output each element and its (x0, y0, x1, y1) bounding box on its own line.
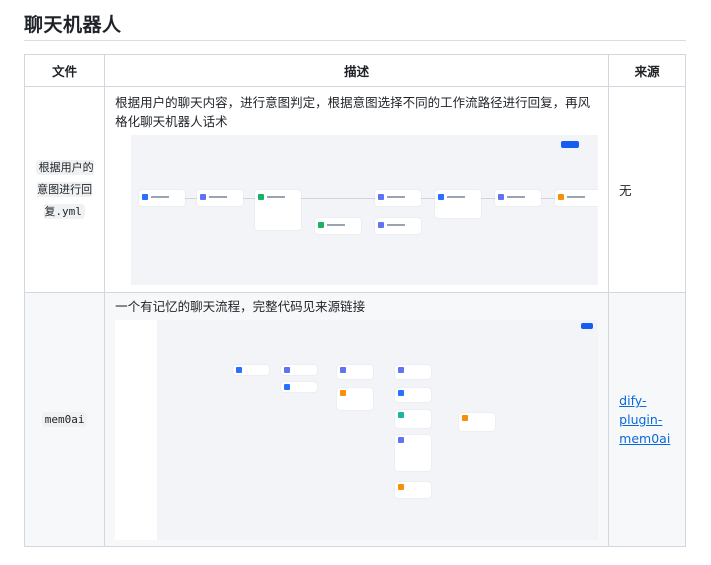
workflow-table: 文件 描述 来源 根据用户的意图进行回复.yml 根据用户的聊天内容，进行意图判… (23, 54, 686, 547)
workflow-node (337, 365, 374, 379)
workflow-screenshot (115, 320, 599, 540)
file-name: mem0ai (41, 411, 88, 427)
header-file: 文件 (23, 54, 106, 87)
workflow-node (395, 435, 432, 471)
workflow-node (395, 482, 432, 498)
workflow-node (495, 189, 542, 206)
workflow-node (435, 189, 482, 218)
workflow-screenshot (115, 134, 599, 285)
workflow-node (395, 410, 432, 428)
workflow-node (139, 189, 186, 206)
description-text: 根据用户的聊天内容，进行意图判定，根据意图选择不同的工作流路径进行回复，再风格化… (115, 94, 591, 129)
workflow-node (233, 365, 270, 375)
source-text: 无 (608, 86, 686, 293)
description-text: 一个有记忆的聊天流程，完整代码见来源链接 (115, 299, 366, 314)
workflow-node (255, 189, 302, 230)
workflow-node (375, 217, 422, 234)
workflow-node (337, 388, 374, 410)
section-title: 聊天机器人 (24, 14, 122, 36)
table-header-row: 文件 描述 来源 (23, 54, 686, 87)
workflow-node (459, 413, 496, 431)
file-name: 根据用户的意图进行回复.yml (35, 159, 94, 219)
workflow-node (197, 189, 244, 206)
workflow-node (395, 388, 432, 402)
workflow-node (281, 382, 318, 392)
header-source: 来源 (608, 54, 686, 87)
workflow-node (281, 365, 318, 375)
workflow-node (555, 189, 599, 206)
workflow-node (375, 189, 422, 206)
header-description: 描述 (104, 54, 610, 87)
table-row: 根据用户的意图进行回复.yml 根据用户的聊天内容，进行意图判定，根据意图选择不… (23, 86, 686, 293)
workflow-node (315, 217, 362, 234)
title-divider (24, 40, 686, 41)
workflow-node (395, 365, 432, 379)
source-link[interactable]: dify-plugin-mem0ai (619, 393, 670, 446)
table-row: mem0ai 一个有记忆的聊天流程，完整代码见来源链接 dify-plugin-… (23, 292, 686, 547)
